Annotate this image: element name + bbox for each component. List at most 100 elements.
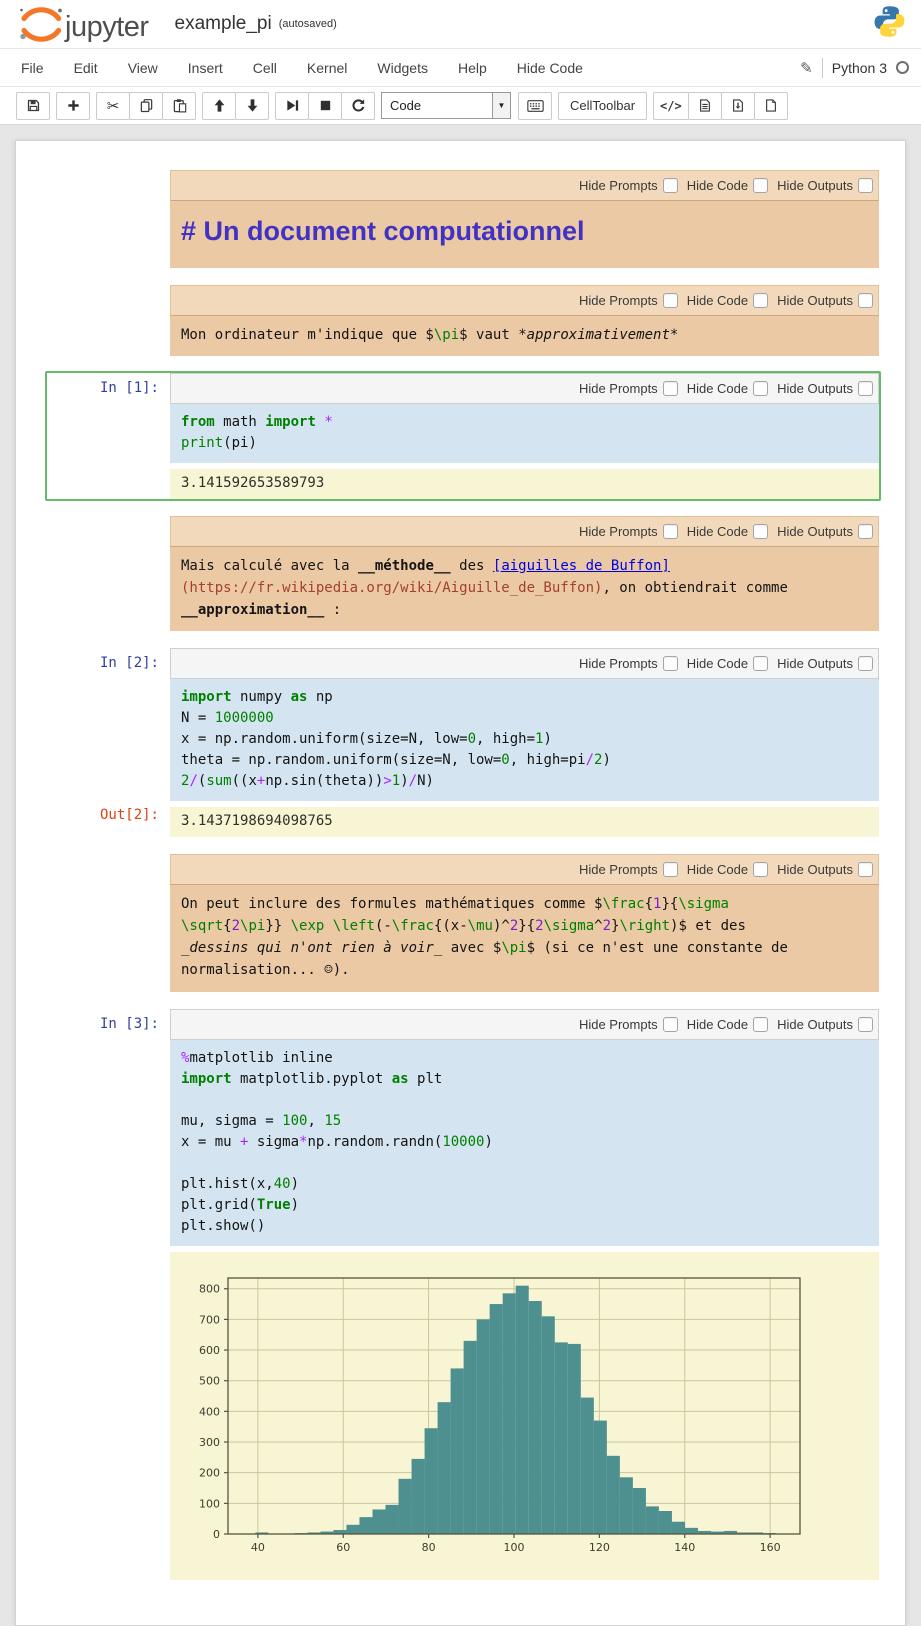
notebook-cell-md-pi[interactable]: Hide PromptsHide CodeHide OutputsMon ord…: [45, 283, 881, 358]
notebook-scroll-area[interactable]: Hide PromptsHide CodeHide Outputs# Un do…: [0, 125, 921, 1505]
menu-help[interactable]: Help: [443, 55, 502, 81]
celltoolbar-button[interactable]: CellToolbar: [558, 92, 647, 120]
source-line: Mais calculé avec la __méthode__ des [ai…: [181, 555, 868, 577]
hide-outputs-checkbox[interactable]: [858, 381, 873, 396]
document-lines-icon: [698, 98, 712, 113]
hide-prompts-checkbox[interactable]: [663, 524, 678, 539]
notebook-cell-md-buffon[interactable]: Hide PromptsHide CodeHide Outputs Mais ca…: [45, 514, 881, 633]
cell-toolbar: Hide PromptsHide CodeHide Outputs: [170, 516, 879, 547]
hide-prompts-toggle: Hide Prompts: [579, 293, 678, 308]
dropdown-arrow-icon[interactable]: ▼: [492, 93, 510, 118]
hide-prompts-checkbox[interactable]: [663, 1017, 678, 1032]
export-pdf-button[interactable]: [721, 92, 755, 120]
pdf-download-icon: [731, 98, 745, 113]
command-palette-button[interactable]: [518, 92, 552, 120]
notebook-cell-code-2[interactable]: In [2]:Hide PromptsHide CodeHide Outputs…: [45, 646, 881, 839]
cell-type-select[interactable]: Code ▼: [381, 92, 511, 119]
svg-text:60: 60: [336, 1541, 350, 1554]
markdown-source[interactable]: Mon ordinateur m'indique que $\pi$ vaut …: [170, 316, 879, 356]
output-prompt: Out[2]:: [47, 801, 170, 837]
menu-view[interactable]: View: [113, 55, 173, 81]
move-cell-up-button[interactable]: [202, 92, 236, 120]
jupyter-logo-text: jupyter: [65, 13, 149, 44]
stop-icon: [318, 98, 333, 113]
new-document-button[interactable]: [754, 92, 788, 120]
menu-insert[interactable]: Insert: [173, 55, 238, 81]
hide-outputs-checkbox[interactable]: [858, 524, 873, 539]
hide-prompts-label: Hide Prompts: [579, 524, 658, 539]
code-editor[interactable]: import numpy as npN = 1000000x = np.rand…: [170, 679, 879, 801]
hide-code-toggle: Hide Code: [687, 656, 768, 671]
hide-outputs-label: Hide Outputs: [777, 524, 853, 539]
code-brackets-icon: </>: [660, 99, 682, 113]
notebook-cell-code-1[interactable]: In [1]:Hide PromptsHide CodeHide Outputs…: [45, 371, 881, 501]
save-button[interactable]: [16, 92, 50, 120]
notebook-cell-md-formules[interactable]: Hide PromptsHide CodeHide OutputsOn peut…: [45, 852, 881, 993]
source-line: \sqrt{2\pi}} \exp \left(-\frac{(x-\mu)^2…: [181, 915, 868, 937]
notebook-cell-code-3[interactable]: In [3]:Hide PromptsHide CodeHide Outputs…: [45, 1007, 881, 1582]
copy-cell-button[interactable]: [129, 92, 163, 120]
code-editor[interactable]: from math import *print(pi): [170, 404, 879, 463]
notebook-cell-md-heading[interactable]: Hide PromptsHide CodeHide Outputs# Un do…: [45, 168, 881, 270]
hide-code-checkbox[interactable]: [753, 381, 768, 396]
menu-kernel[interactable]: Kernel: [292, 55, 362, 81]
interrupt-kernel-button[interactable]: [308, 92, 342, 120]
source-line: plt.grid(True): [181, 1195, 868, 1216]
kernel-name: Python 3: [832, 60, 887, 76]
toggle-code-button[interactable]: </>: [653, 92, 689, 120]
hide-outputs-toggle: Hide Outputs: [777, 293, 873, 308]
menu-file[interactable]: File: [6, 55, 59, 81]
hide-code-checkbox[interactable]: [753, 862, 768, 877]
histogram-figure: 4060801001201401600100200300400500600700…: [182, 1264, 822, 1566]
export-doc-button[interactable]: [688, 92, 722, 120]
hide-code-checkbox[interactable]: [753, 293, 768, 308]
hide-prompts-checkbox[interactable]: [663, 381, 678, 396]
cell-toolbar: Hide PromptsHide CodeHide Outputs: [170, 648, 879, 679]
menu-bar: FileEditViewInsertCellKernelWidgetsHelpH…: [0, 49, 921, 87]
hide-outputs-checkbox[interactable]: [858, 178, 873, 193]
add-cell-button[interactable]: [56, 92, 90, 120]
jupyter-logo[interactable]: jupyter: [16, 4, 149, 44]
markdown-link[interactable]: [aiguilles de Buffon]: [493, 558, 670, 574]
menu-hide-code[interactable]: Hide Code: [502, 55, 598, 81]
markdown-source[interactable]: # Un document computationnel: [170, 201, 879, 268]
hide-prompts-toggle: Hide Prompts: [579, 862, 678, 877]
hide-outputs-checkbox[interactable]: [858, 293, 873, 308]
hide-outputs-checkbox[interactable]: [858, 656, 873, 671]
menu-cell[interactable]: Cell: [238, 55, 292, 81]
hide-prompts-checkbox[interactable]: [663, 178, 678, 193]
paste-cell-button[interactable]: [162, 92, 196, 120]
restart-kernel-button[interactable]: [341, 92, 375, 120]
hide-outputs-toggle: Hide Outputs: [777, 381, 873, 396]
jupyter-logo-icon: [16, 4, 63, 44]
menu-widgets[interactable]: Widgets: [362, 55, 443, 81]
source-line: print(pi): [181, 433, 868, 454]
code-editor[interactable]: %matplotlib inlineimport matplotlib.pypl…: [170, 1040, 879, 1246]
hide-outputs-label: Hide Outputs: [777, 656, 853, 671]
hide-outputs-checkbox[interactable]: [858, 862, 873, 877]
hide-prompts-checkbox[interactable]: [663, 656, 678, 671]
notebook-title[interactable]: example_pi: [175, 13, 272, 35]
svg-text:100: 100: [199, 1497, 220, 1510]
hide-prompts-checkbox[interactable]: [663, 862, 678, 877]
markdown-source[interactable]: Mais calculé avec la __méthode__ des [ai…: [170, 547, 879, 631]
hide-prompts-checkbox[interactable]: [663, 293, 678, 308]
save-icon: [26, 98, 41, 113]
output-area: 3.141592653589793: [170, 469, 879, 499]
source-line: plt.show(): [181, 1216, 868, 1237]
hide-code-checkbox[interactable]: [753, 1017, 768, 1032]
run-cell-button[interactable]: [275, 92, 309, 120]
menu-items: FileEditViewInsertCellKernelWidgetsHelpH…: [6, 55, 598, 81]
hide-code-checkbox[interactable]: [753, 524, 768, 539]
move-cell-down-button[interactable]: [235, 92, 269, 120]
step-forward-icon: [285, 98, 300, 113]
hide-prompts-label: Hide Prompts: [579, 862, 658, 877]
hide-outputs-checkbox[interactable]: [858, 1017, 873, 1032]
hide-code-checkbox[interactable]: [753, 178, 768, 193]
hide-code-checkbox[interactable]: [753, 656, 768, 671]
hide-outputs-label: Hide Outputs: [777, 862, 853, 877]
menu-edit[interactable]: Edit: [59, 55, 113, 81]
hide-outputs-label: Hide Outputs: [777, 293, 853, 308]
cut-cell-button[interactable]: ✂: [96, 92, 130, 120]
markdown-source[interactable]: On peut inclure des formules mathématiqu…: [170, 885, 879, 991]
